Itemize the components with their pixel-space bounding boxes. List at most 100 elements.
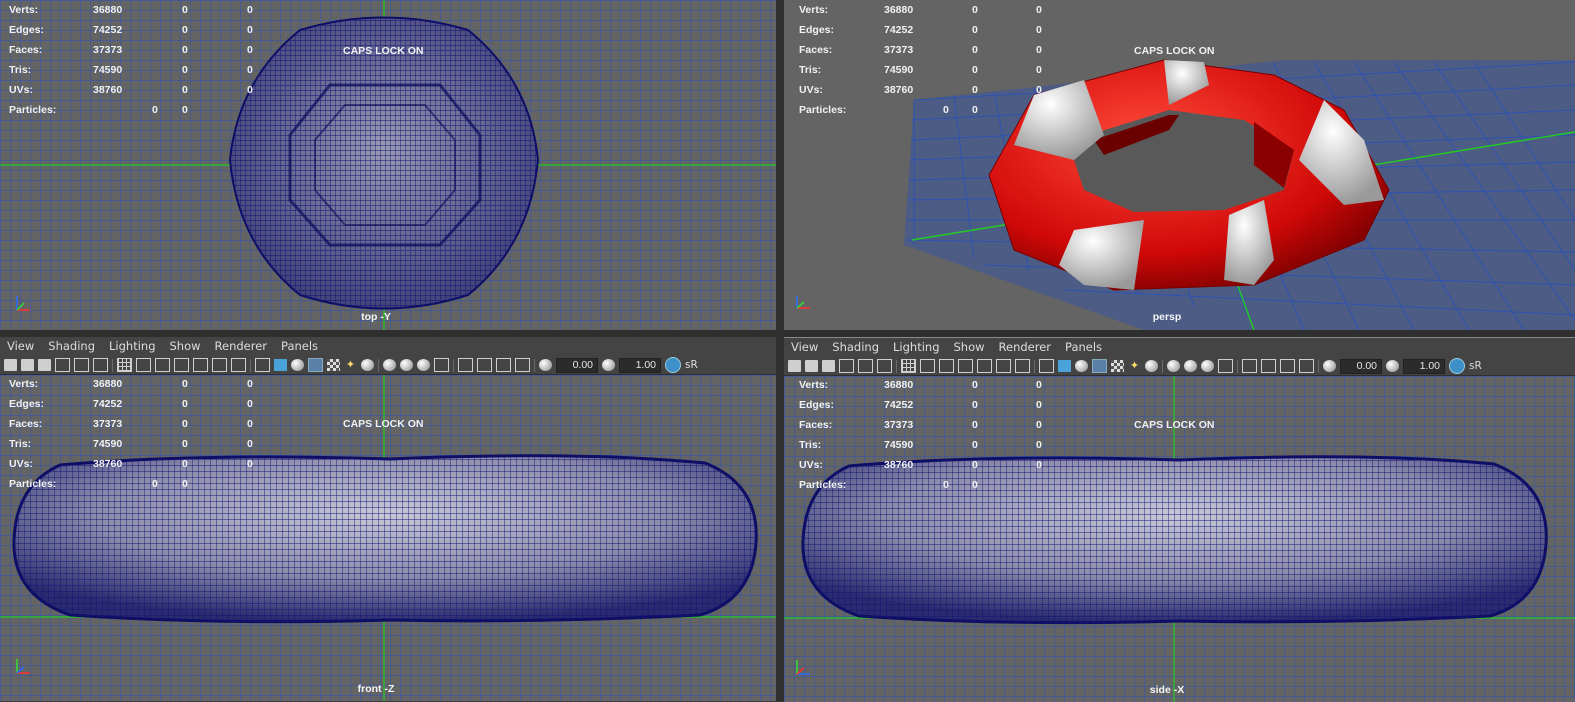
hud-label-tris: Tris: (9, 438, 32, 450)
menu-panels[interactable]: Panels (274, 337, 325, 356)
use-all-lights-icon[interactable]: ✦ (344, 359, 357, 371)
film-gate-icon[interactable] (136, 358, 151, 372)
hud-value: 0 (247, 378, 253, 390)
menu-panels[interactable]: Panels (1058, 338, 1109, 357)
wireframe-icon[interactable] (1039, 359, 1054, 373)
bookmark-icon[interactable] (822, 360, 835, 372)
anti-aliasing-icon[interactable] (417, 359, 430, 371)
shadows-icon[interactable] (361, 359, 374, 371)
film-gate-icon[interactable] (920, 359, 935, 373)
menu-view[interactable]: View (784, 338, 825, 357)
hud-value: 0 (182, 44, 188, 56)
gamma-icon[interactable] (602, 359, 615, 371)
x-ray-icon[interactable] (477, 358, 492, 372)
image-plane-icon[interactable] (55, 358, 70, 372)
camera-attributes-icon[interactable] (805, 360, 818, 372)
menu-renderer[interactable]: Renderer (208, 337, 275, 356)
gamma-icon[interactable] (1386, 360, 1399, 372)
hud-value: 0 (1036, 459, 1042, 471)
menu-renderer[interactable]: Renderer (992, 338, 1059, 357)
camera-icon[interactable] (788, 360, 801, 372)
default-material-icon[interactable] (291, 359, 304, 371)
smooth-shade-icon[interactable] (1058, 360, 1071, 372)
exposure-field[interactable] (556, 357, 598, 373)
grease-pencil-icon[interactable] (877, 359, 892, 373)
isolate-select-icon[interactable] (458, 358, 473, 372)
gate-mask-icon[interactable] (958, 359, 973, 373)
field-chart-icon[interactable] (193, 358, 208, 372)
menu-shading[interactable]: Shading (41, 337, 102, 356)
exposure-icon[interactable] (1323, 360, 1336, 372)
x-ray-components-icon[interactable] (1299, 359, 1314, 373)
color-management-icon[interactable] (665, 357, 681, 373)
hud-label-faces: Faces: (799, 419, 833, 431)
wireframe-on-shaded-icon[interactable] (308, 358, 323, 372)
exposure-field[interactable] (1340, 358, 1382, 374)
viewport-front[interactable]: View Shading Lighting Show Renderer Pane… (0, 337, 776, 701)
toolbar-separator (1237, 359, 1238, 373)
2d-pan-zoom-icon[interactable] (74, 358, 89, 372)
depth-of-field-icon[interactable] (1218, 359, 1233, 373)
viewport-persp[interactable]: Verts: 36880 0 0 Edges: 74252 0 0 Faces: 37373 0… (784, 0, 1575, 330)
motion-blur-icon[interactable] (1184, 360, 1197, 372)
x-ray-icon[interactable] (1261, 359, 1276, 373)
gate-mask-icon[interactable] (174, 358, 189, 372)
viewport-top[interactable]: Verts: 36880 0 0 Edges: 74252 0 0 Faces: 37373 0… (0, 0, 776, 330)
hud-value: 0 (182, 458, 188, 470)
use-all-lights-icon[interactable]: ✦ (1128, 360, 1141, 372)
isolate-select-icon[interactable] (1242, 359, 1257, 373)
hud-value: 0 (1036, 399, 1042, 411)
safe-action-icon[interactable] (212, 358, 227, 372)
x-ray-joints-icon[interactable] (1280, 359, 1295, 373)
grid-icon[interactable] (901, 359, 916, 373)
anti-aliasing-icon[interactable] (1201, 360, 1214, 372)
resolution-gate-icon[interactable] (155, 358, 170, 372)
hud-value: 36880 (884, 4, 914, 16)
bookmark-icon[interactable] (38, 359, 51, 371)
x-ray-joints-icon[interactable] (496, 358, 511, 372)
hud-value: 0 (247, 418, 253, 430)
screen-space-ao-icon[interactable] (1167, 360, 1180, 372)
hud-value: 0 (972, 399, 978, 411)
depth-of-field-icon[interactable] (434, 358, 449, 372)
menu-lighting[interactable]: Lighting (102, 337, 162, 356)
image-plane-icon[interactable] (839, 359, 854, 373)
grid-icon[interactable] (117, 358, 132, 372)
hud-value: 0 (943, 104, 949, 116)
wireframe-on-shaded-icon[interactable] (1092, 359, 1107, 373)
gamma-field[interactable] (1403, 358, 1445, 374)
wireframe-icon[interactable] (255, 358, 270, 372)
camera-icon[interactable] (4, 359, 17, 371)
screen-space-ao-icon[interactable] (383, 359, 396, 371)
safe-action-icon[interactable] (996, 359, 1011, 373)
axis-gizmo-icon (792, 656, 822, 681)
menu-view[interactable]: View (0, 337, 41, 356)
hud-value: 0 (1036, 439, 1042, 451)
shadows-icon[interactable] (1145, 360, 1158, 372)
gamma-field[interactable] (619, 357, 661, 373)
textured-icon[interactable] (1111, 360, 1124, 372)
hud-label-particles: Particles: (799, 104, 847, 116)
pane-divider-vertical[interactable] (776, 0, 784, 701)
safe-title-icon[interactable] (1015, 359, 1030, 373)
safe-title-icon[interactable] (231, 358, 246, 372)
grease-pencil-icon[interactable] (93, 358, 108, 372)
menu-show[interactable]: Show (163, 337, 208, 356)
viewport-side[interactable]: View Shading Lighting Show Renderer Pane… (784, 337, 1575, 702)
2d-pan-zoom-icon[interactable] (858, 359, 873, 373)
menu-shading[interactable]: Shading (825, 338, 886, 357)
resolution-gate-icon[interactable] (939, 359, 954, 373)
hud-value: 0 (182, 438, 188, 450)
motion-blur-icon[interactable] (400, 359, 413, 371)
camera-attributes-icon[interactable] (21, 359, 34, 371)
pane-divider-horizontal[interactable] (0, 330, 1575, 337)
textured-icon[interactable] (327, 359, 340, 371)
default-material-icon[interactable] (1075, 360, 1088, 372)
field-chart-icon[interactable] (977, 359, 992, 373)
smooth-shade-icon[interactable] (274, 359, 287, 371)
menu-lighting[interactable]: Lighting (886, 338, 946, 357)
menu-show[interactable]: Show (947, 338, 992, 357)
exposure-icon[interactable] (539, 359, 552, 371)
x-ray-components-icon[interactable] (515, 358, 530, 372)
color-management-icon[interactable] (1449, 358, 1465, 374)
